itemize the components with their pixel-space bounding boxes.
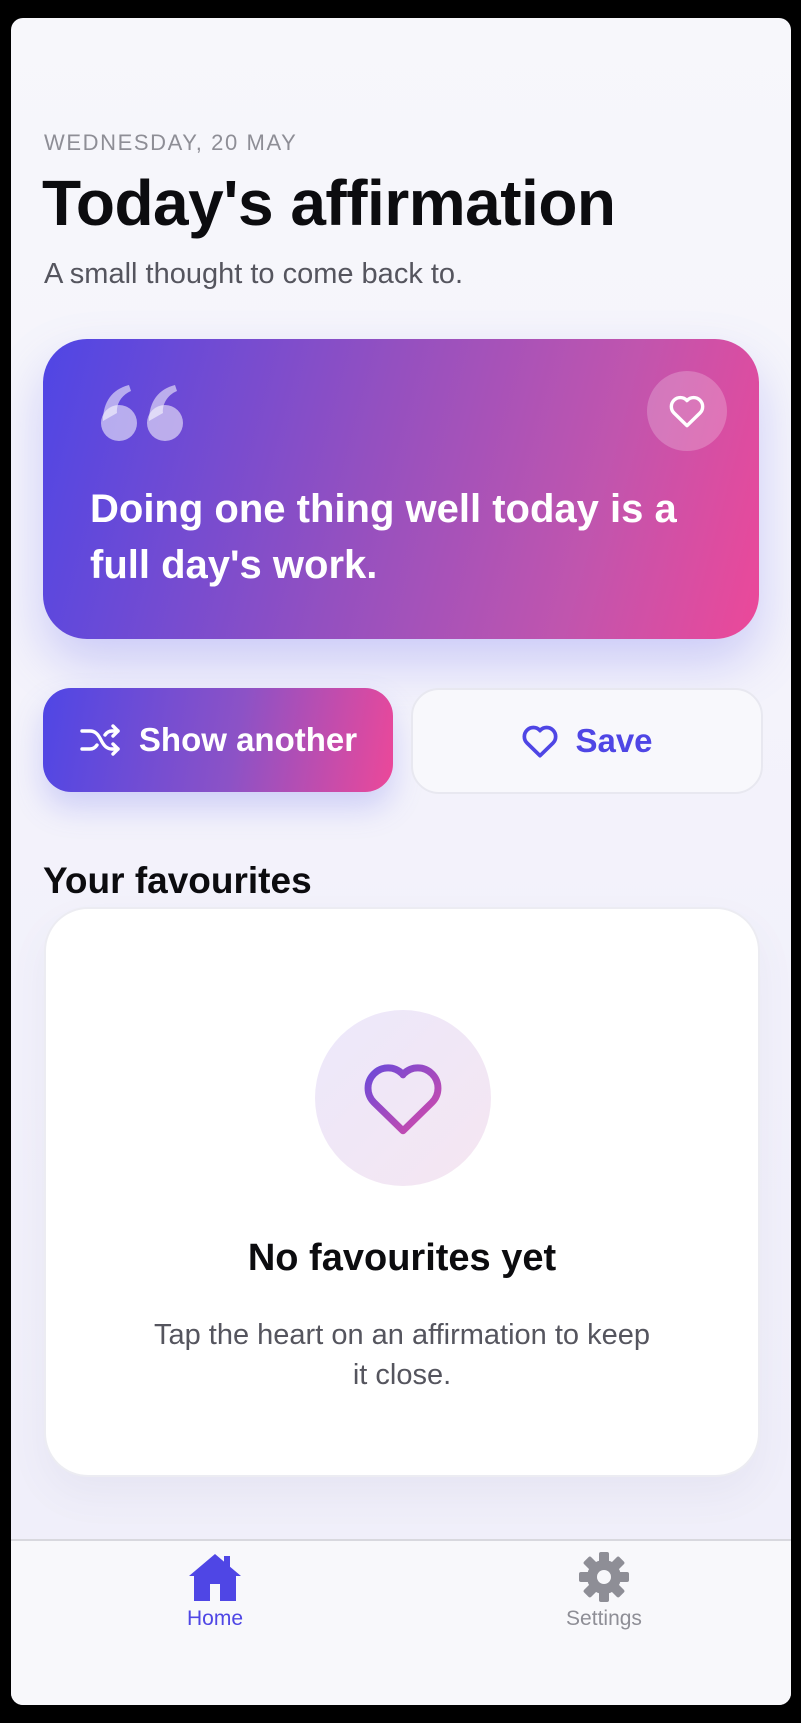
show-another-label: Show another — [138, 721, 358, 758]
page-subtitle: A small thought to come back to. — [44, 258, 464, 290]
gear-icon — [579, 1552, 629, 1602]
tab-home-label: Home — [186, 1607, 244, 1630]
tab-settings-label: Settings — [566, 1607, 642, 1630]
app-screen: WEDNESDAY, 20 MAY Today's affirmation A … — [11, 18, 791, 1705]
tab-home[interactable]: Home — [135, 1551, 295, 1631]
favourites-empty-card: No favourites yet Tap the heart on an af… — [44, 907, 760, 1477]
tab-bar: Home Settings — [11, 1539, 791, 1705]
show-another-button[interactable]: Show another — [43, 688, 393, 792]
page-title: Today's affirmation — [42, 167, 616, 239]
save-button[interactable]: Save — [411, 688, 763, 794]
affirmation-text: Doing one thing well today is a full day… — [90, 487, 677, 587]
save-label: Save — [575, 722, 653, 759]
empty-state-badge — [315, 1010, 491, 1186]
heart-outline-icon — [522, 725, 558, 758]
home-icon — [189, 1554, 241, 1601]
favourites-section-title: Your favourites — [43, 860, 312, 901]
quote-icon — [101, 385, 183, 441]
shuffle-icon — [80, 724, 120, 756]
tab-settings[interactable]: Settings — [524, 1551, 684, 1631]
favourite-toggle-button[interactable] — [647, 371, 727, 451]
heart-icon — [364, 1064, 442, 1135]
empty-state-title: No favourites yet — [247, 1237, 557, 1279]
empty-state-text: Tap the heart on an affirmation to keep … — [153, 1319, 651, 1391]
affirmation-card: Doing one thing well today is a full day… — [43, 339, 759, 639]
date-label: WEDNESDAY, 20 MAY — [44, 130, 298, 155]
heart-icon — [669, 395, 705, 428]
